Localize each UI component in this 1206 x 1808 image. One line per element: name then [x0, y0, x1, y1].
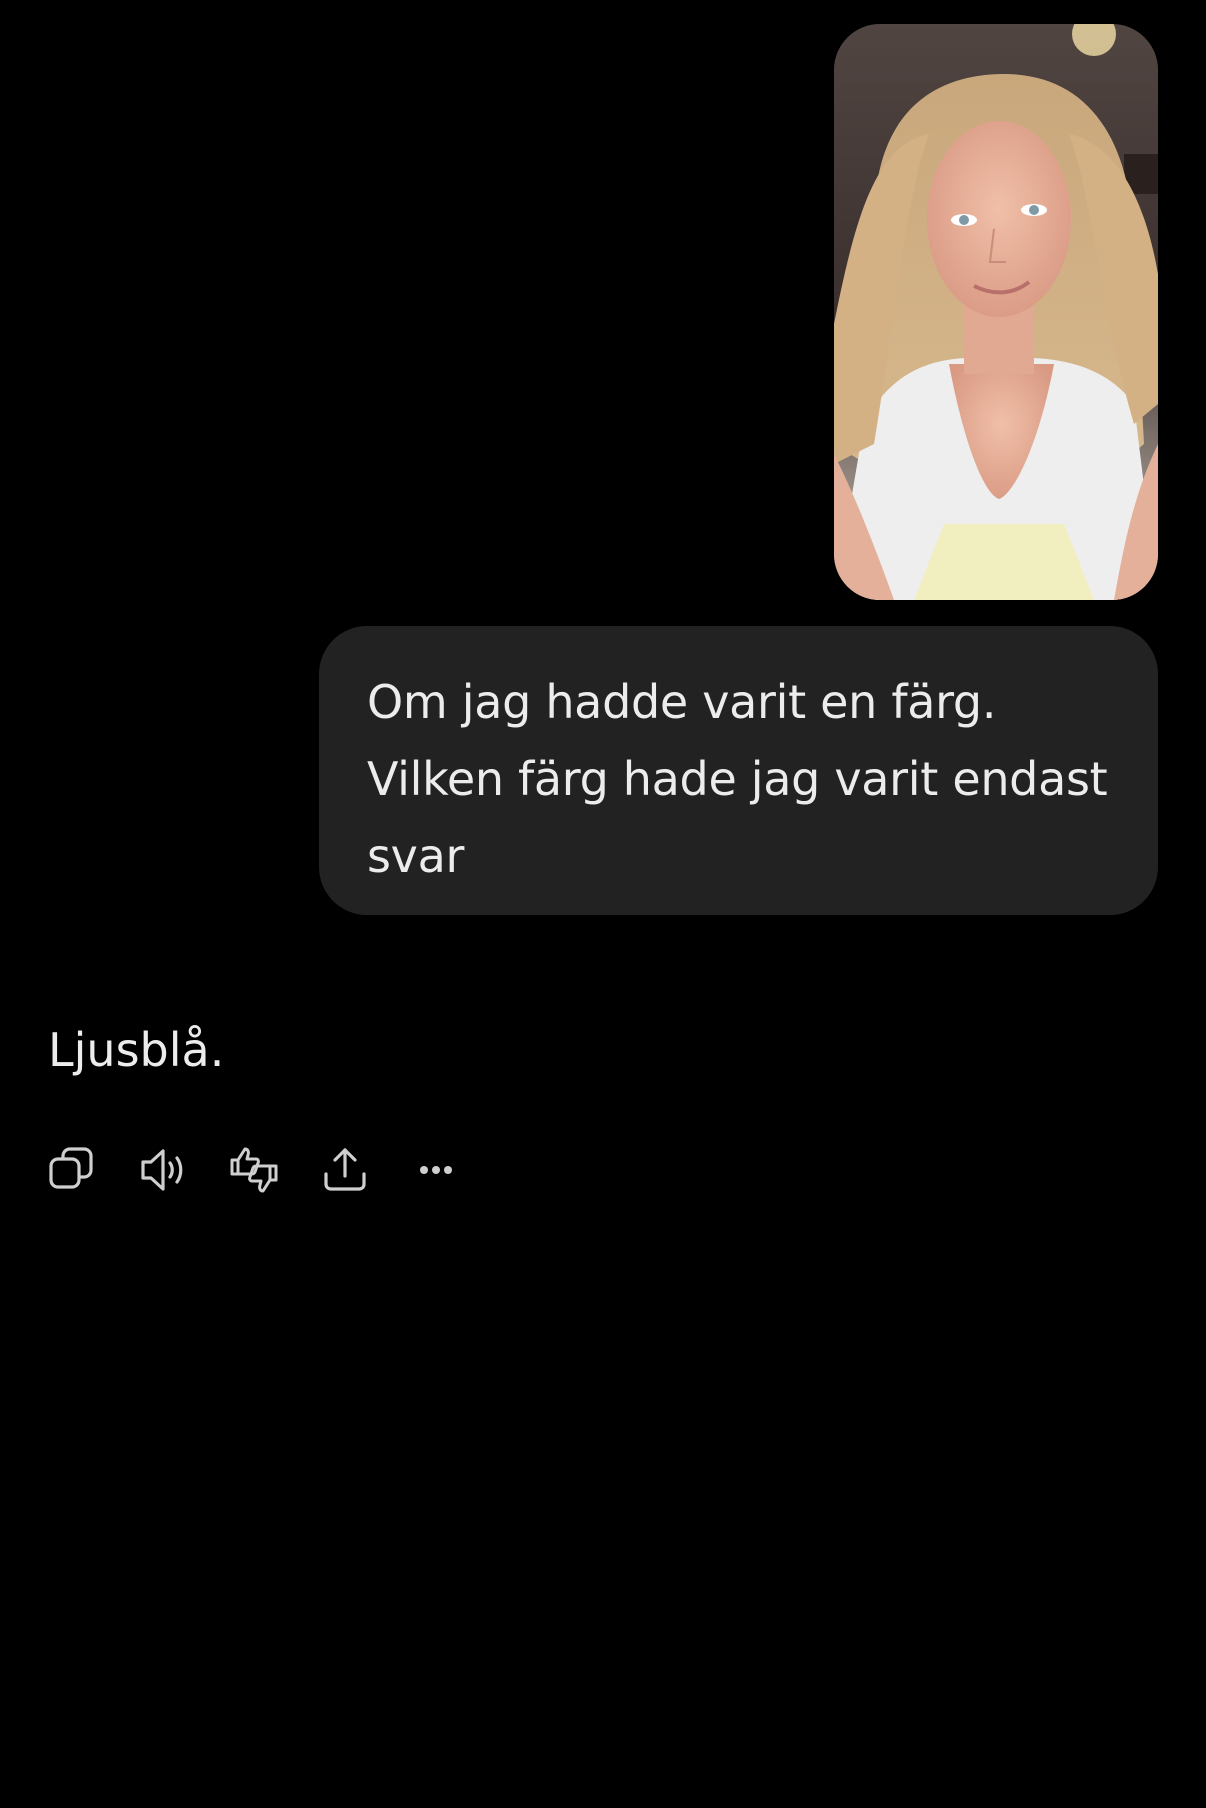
photo-image: [834, 24, 1158, 600]
user-message-bubble: Om jag hadde varit en färg. Vilken färg …: [319, 626, 1158, 915]
assistant-reply-text: Ljusblå.: [48, 1023, 225, 1077]
copy-button[interactable]: [44, 1142, 100, 1198]
speaker-icon: [141, 1149, 183, 1191]
message-action-bar: [44, 1142, 499, 1198]
chat-thread: Om jag hadde varit en färg. Vilken färg …: [0, 0, 1206, 1808]
feedback-button[interactable]: [226, 1142, 282, 1198]
thumbs-up-down-icon: [230, 1147, 278, 1193]
more-icon: [420, 1166, 452, 1174]
user-photo-attachment[interactable]: [834, 24, 1158, 600]
user-message-text: Om jag hadde varit en färg. Vilken färg …: [367, 675, 1108, 883]
share-icon: [324, 1148, 366, 1191]
share-button[interactable]: [317, 1142, 373, 1198]
more-button[interactable]: [408, 1142, 464, 1198]
copy-icon: [49, 1147, 93, 1189]
read-aloud-button[interactable]: [135, 1142, 191, 1198]
